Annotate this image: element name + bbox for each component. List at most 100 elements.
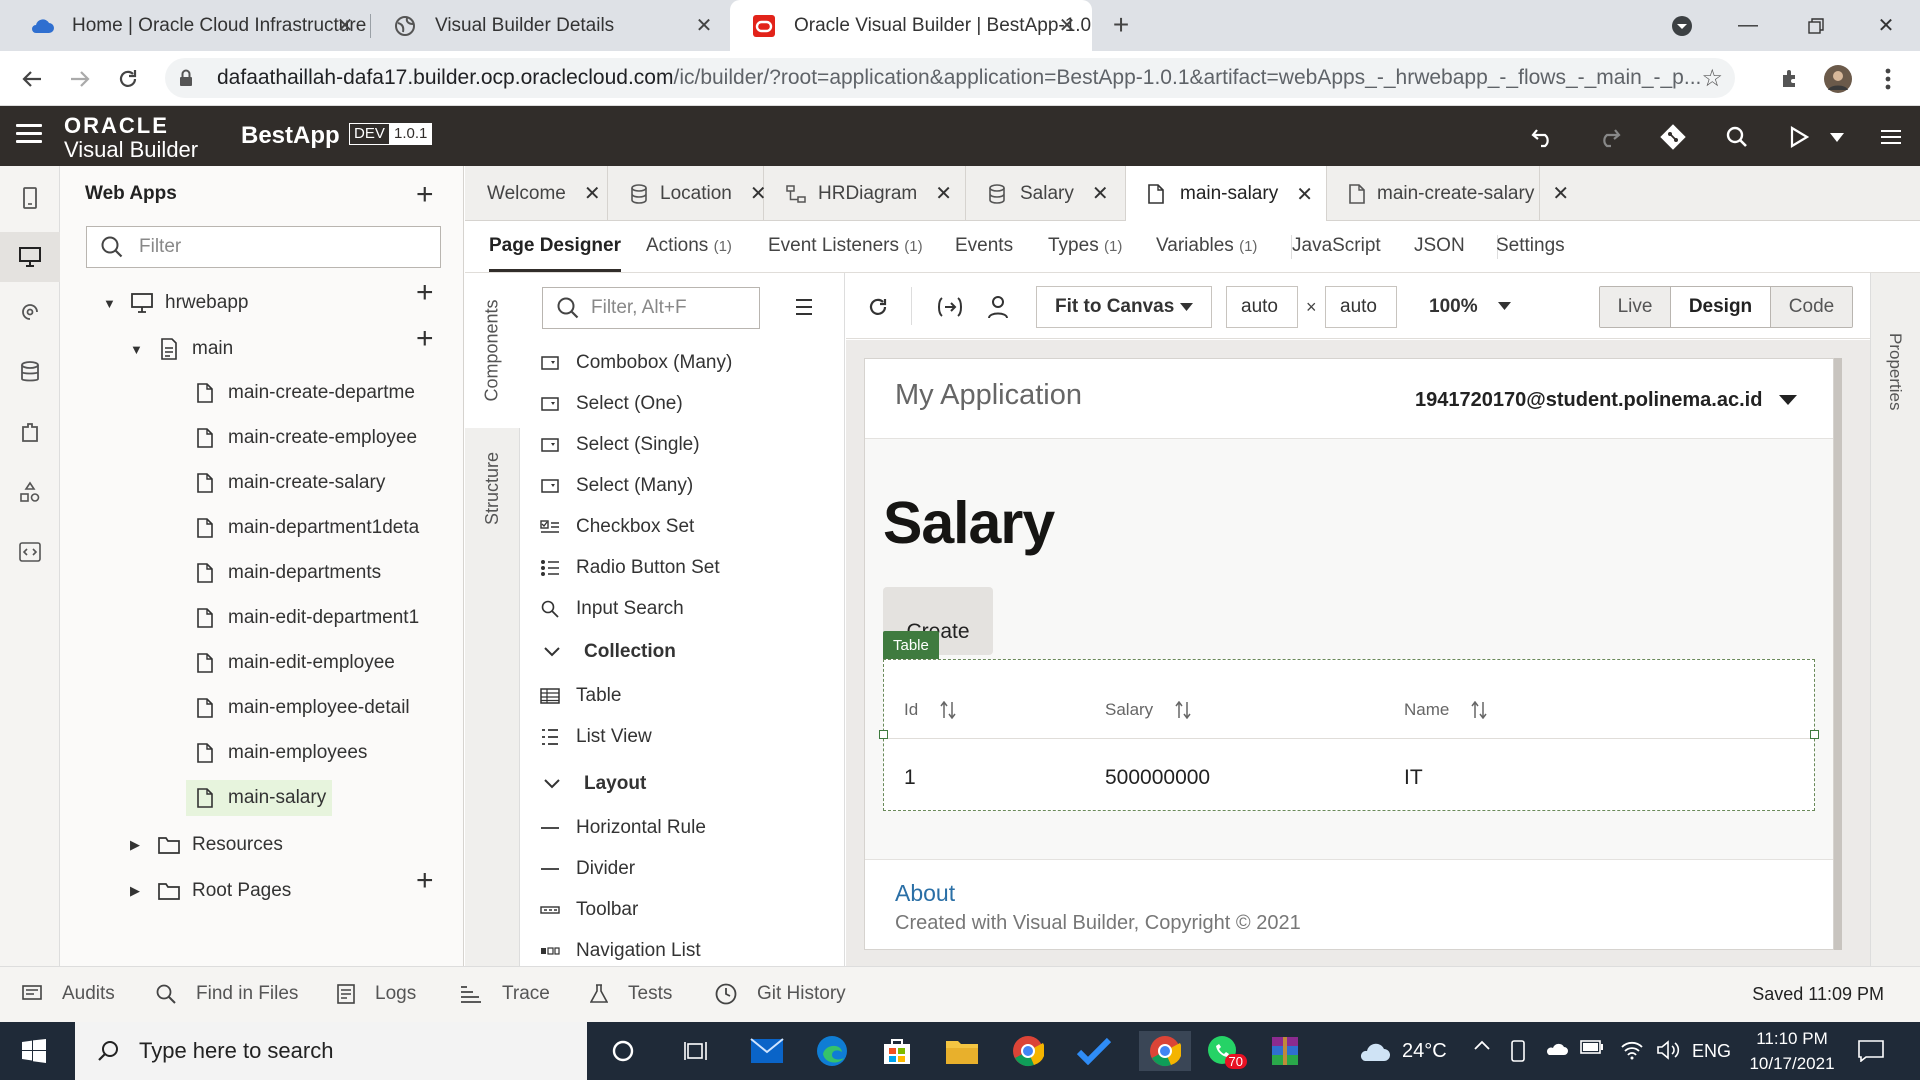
component-item[interactable]: Toolbar — [540, 894, 638, 926]
battery-icon[interactable] — [1580, 1040, 1604, 1054]
component-item[interactable]: Horizontal Rule — [540, 812, 706, 844]
component-item[interactable]: Divider — [540, 853, 635, 885]
app-header[interactable]: My Application 1941720170@student.poline… — [865, 359, 1833, 439]
tree-page-item[interactable]: main-department1deta — [186, 510, 436, 546]
design-mode-button[interactable]: Design — [1671, 287, 1771, 327]
tab-actions[interactable]: Actions (1) — [646, 235, 732, 257]
close-icon[interactable]: ✕ — [334, 14, 356, 37]
trace-tab[interactable]: Trace — [460, 983, 550, 1005]
tab-salary[interactable]: Salary ✕ — [966, 166, 1126, 221]
winrar-icon[interactable] — [1265, 1031, 1305, 1071]
height-input[interactable]: auto — [1325, 286, 1397, 328]
chevron-down-icon[interactable] — [1822, 122, 1852, 152]
column-header-salary[interactable]: Salary — [1105, 700, 1191, 720]
add-icon[interactable]: + — [416, 864, 434, 898]
resize-handle[interactable] — [879, 730, 888, 739]
chevron-down-icon[interactable] — [1498, 302, 1511, 310]
section-layout[interactable]: Layout — [544, 768, 646, 800]
restore-button[interactable] — [1786, 0, 1846, 51]
column-header-name[interactable]: Name — [1404, 700, 1487, 720]
variables-binding-icon[interactable] — [936, 293, 964, 321]
zoom-level[interactable]: 100% — [1429, 296, 1478, 318]
hamburger-menu-icon[interactable] — [16, 124, 42, 148]
windows-start-icon[interactable] — [22, 1039, 46, 1063]
properties-panel-tab[interactable]: Properties — [1870, 273, 1920, 966]
resize-handle[interactable] — [1810, 730, 1819, 739]
section-collection[interactable]: Collection — [544, 636, 676, 668]
undo-icon[interactable] — [1528, 122, 1558, 152]
column-header-id[interactable]: Id — [904, 700, 956, 720]
user-role-icon[interactable] — [984, 293, 1012, 321]
onedrive-icon[interactable] — [1544, 1040, 1568, 1056]
search-icon[interactable] — [1722, 122, 1752, 152]
forward-arrow-icon[interactable] — [64, 63, 96, 95]
tab-structure[interactable]: Structure — [465, 428, 520, 548]
chevron-down-icon[interactable] — [544, 647, 560, 657]
run-icon[interactable] — [1784, 122, 1814, 152]
tree-page-item[interactable]: main-employees — [186, 735, 436, 771]
close-icon[interactable]: ✕ — [693, 14, 715, 37]
language-indicator[interactable]: ENG — [1692, 1041, 1731, 1062]
notifications-icon[interactable] — [1858, 1040, 1884, 1062]
component-item[interactable]: List View — [540, 721, 652, 753]
sort-icon[interactable] — [1471, 701, 1487, 719]
web-apps-icon[interactable] — [0, 232, 60, 282]
code-mode-button[interactable]: Code — [1771, 287, 1852, 327]
palette-menu-icon[interactable] — [796, 299, 812, 320]
close-icon[interactable]: ✕ — [1552, 181, 1569, 206]
source-code-icon[interactable] — [14, 536, 46, 568]
tree-page-item[interactable]: main-create-departme — [186, 375, 436, 411]
tab-welcome[interactable]: Welcome ✕ — [465, 166, 608, 221]
extensions-icon[interactable] — [1774, 63, 1806, 95]
tree-page-item[interactable]: main-edit-employee — [186, 645, 436, 681]
component-item[interactable]: Radio Button Set — [540, 552, 720, 584]
chevron-down-icon[interactable] — [1779, 395, 1797, 405]
tree-page-item[interactable]: main-edit-department1 — [186, 600, 436, 636]
tree-flow-main[interactable]: ▼ main — [130, 331, 233, 367]
tab-components[interactable]: Components — [465, 273, 520, 428]
component-item[interactable]: Combobox (Many) — [540, 347, 732, 379]
fit-to-canvas-select[interactable]: Fit to Canvas — [1036, 286, 1212, 328]
file-explorer-icon[interactable] — [942, 1031, 982, 1071]
find-in-files-tab[interactable]: Find in Files — [156, 983, 298, 1005]
chrome-active-icon[interactable] — [1139, 1031, 1191, 1071]
weather-temp[interactable]: 24°C — [1402, 1040, 1447, 1063]
task-view-icon[interactable] — [676, 1031, 716, 1071]
business-objects-icon[interactable] — [14, 356, 46, 388]
tree-page-item[interactable]: main-employee-detail — [186, 690, 436, 726]
tab-main-salary[interactable]: main-salary ✕ — [1126, 166, 1327, 222]
edge-icon[interactable] — [812, 1031, 852, 1071]
live-mode-button[interactable]: Live — [1600, 287, 1671, 327]
tab-json[interactable]: JSON — [1414, 235, 1465, 257]
audits-tab[interactable]: Audits — [22, 983, 115, 1005]
tab-search-icon[interactable] — [1652, 0, 1712, 51]
navigator-filter-input[interactable]: Filter — [86, 226, 441, 268]
tree-page-item[interactable]: main-create-employee — [186, 420, 436, 456]
add-icon[interactable]: + — [416, 178, 434, 212]
star-icon[interactable]: ☆ — [1701, 64, 1723, 93]
tab-settings[interactable]: Settings — [1496, 235, 1565, 257]
close-icon[interactable]: ✕ — [1296, 182, 1313, 207]
logs-tab[interactable]: Logs — [337, 983, 416, 1005]
close-icon[interactable]: ✕ — [1056, 14, 1078, 37]
tab-main-create-salary[interactable]: main-create-salary ✕ — [1327, 166, 1569, 221]
tree-resources[interactable]: ▶ Resources — [130, 827, 283, 863]
address-bar[interactable]: dafaathaillah-dafa17.builder.ocp.oraclec… — [165, 58, 1735, 98]
phone-icon[interactable] — [1510, 1040, 1526, 1062]
salary-table[interactable]: Id Salary Name 1 500000000 IT — [883, 659, 1815, 811]
browser-tab-visual-builder[interactable]: Oracle Visual Builder | BestApp-1.0.1 ✕ — [730, 0, 1092, 51]
page-title[interactable]: Salary — [883, 489, 1055, 557]
tab-hrdiagram[interactable]: HRDiagram ✕ — [764, 166, 966, 221]
tab-event-listeners[interactable]: Event Listeners (1) — [768, 235, 923, 257]
sort-icon[interactable] — [1175, 701, 1191, 719]
back-arrow-icon[interactable] — [16, 63, 48, 95]
sort-icon[interactable] — [940, 701, 956, 719]
caret-down-icon[interactable]: ▼ — [130, 342, 144, 357]
git-icon[interactable] — [1658, 122, 1688, 152]
chevron-up-icon[interactable] — [1474, 1040, 1490, 1050]
component-item[interactable]: Select (Single) — [540, 429, 700, 461]
palette-filter-input[interactable]: Filter, Alt+F — [542, 287, 760, 329]
component-item[interactable]: Select (Many) — [540, 470, 693, 502]
store-icon[interactable] — [877, 1031, 917, 1071]
avatar[interactable] — [1822, 63, 1854, 95]
